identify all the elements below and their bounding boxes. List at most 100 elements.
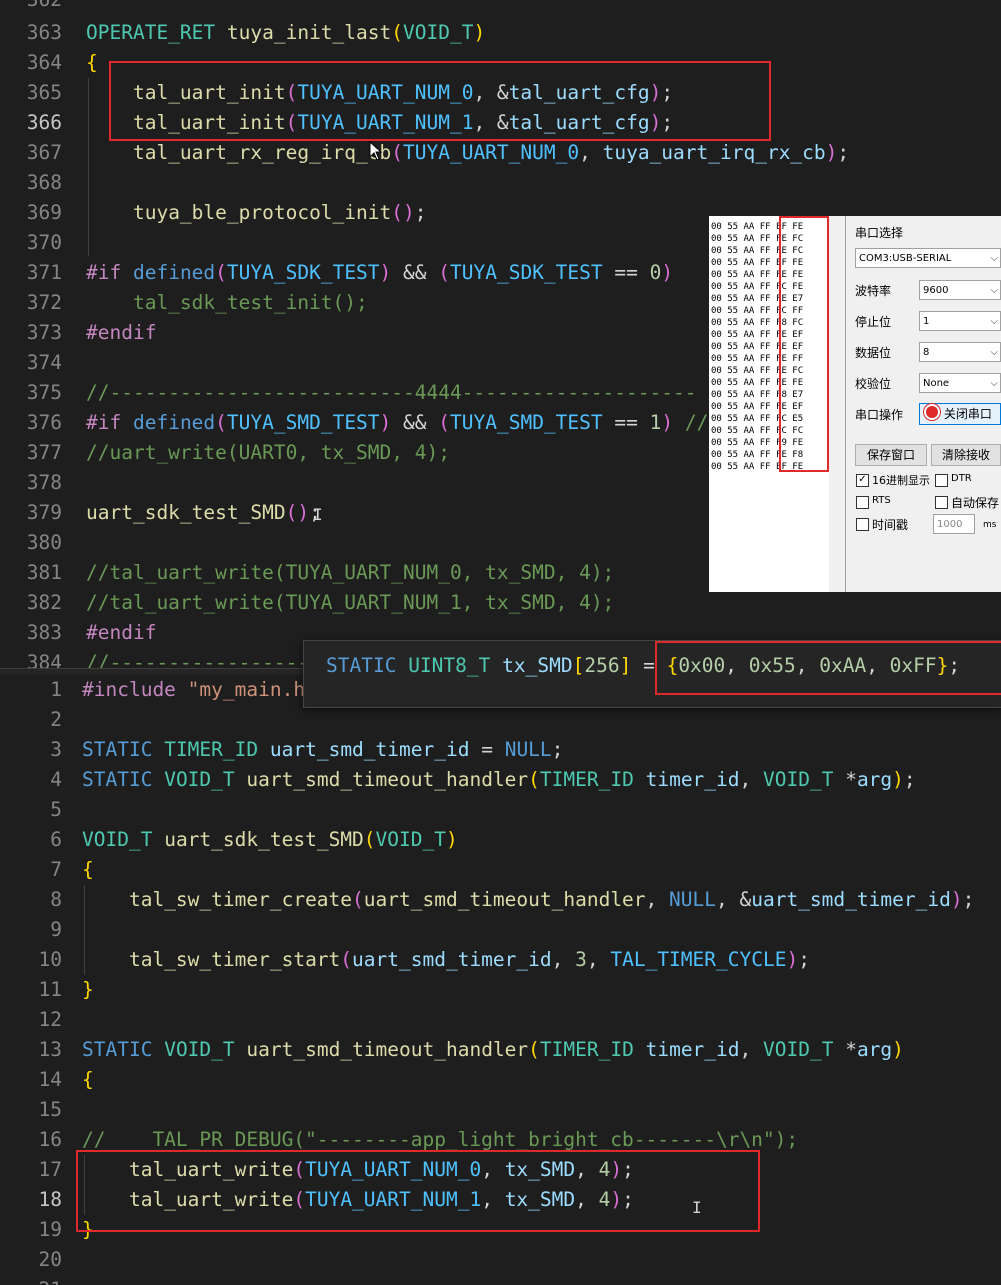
rts-label: RTS	[872, 495, 891, 506]
line-number: 14	[38, 1068, 62, 1091]
code-line[interactable]: 4 STATIC VOID_T uart_smd_timeout_handler(…	[0, 765, 1001, 795]
code-token: //tal_uart_write(TUYA_UART_NUM_0, tx_SMD…	[86, 561, 615, 584]
serial-scrollbar[interactable]	[829, 216, 846, 592]
code-token: ,	[586, 948, 611, 971]
code-token: arg	[856, 768, 893, 791]
save-window-button[interactable]: 保存窗口	[855, 444, 927, 466]
code-line[interactable]: 11}	[0, 975, 1001, 1005]
code-line[interactable]: 12	[0, 1005, 1001, 1035]
clear-receive-button[interactable]: 清除接收	[931, 444, 1001, 466]
code-token: VOID_T	[164, 1038, 235, 1061]
code-token: //tal_uart_write(TUYA_UART_NUM_1, tx_SMD…	[86, 591, 615, 614]
code-line[interactable]: 362	[0, 0, 1001, 15]
port-select[interactable]: COM3:USB-SERIAL ⌵	[855, 248, 1001, 268]
timestamp-label: 时间戳	[872, 518, 909, 532]
code-line[interactable]: 10 tal_sw_timer_start(uart_smd_timer_id,…	[0, 945, 1001, 975]
code-line[interactable]: 363 OPERATE_RET tuya_init_last(VOID_T)	[0, 18, 1001, 48]
code-line[interactable]: 368	[0, 168, 1001, 198]
hex-display-checkbox[interactable]: ✓	[856, 474, 869, 487]
baud-label: 波特率	[855, 284, 892, 298]
line-number: 13	[38, 1038, 62, 1061]
code-line[interactable]: 20	[0, 1245, 1001, 1275]
code-line[interactable]: 367 tal_uart_rx_reg_irq_cb(TUYA_UART_NUM…	[0, 138, 1001, 168]
code-token: ;	[798, 948, 810, 971]
code-token: #if	[86, 261, 122, 284]
line-number: 7	[50, 858, 62, 881]
code-line[interactable]: 13 STATIC VOID_T uart_smd_timeout_handler…	[0, 1035, 1001, 1065]
code-line[interactable]: 14 {	[0, 1065, 1001, 1095]
code-token: uart_smd_timer_id	[352, 948, 552, 971]
code-token: //	[673, 411, 709, 434]
code-token: (	[438, 411, 451, 434]
code-token: ,	[739, 768, 763, 791]
line-number: 362	[0, 0, 62, 15]
code-token: timer_id	[645, 1038, 740, 1061]
code-line[interactable]: 15	[0, 1095, 1001, 1125]
stop-icon	[924, 404, 940, 420]
autosave-checkbox[interactable]	[935, 496, 948, 509]
code-token: )	[786, 948, 799, 971]
code-token: ()	[391, 201, 415, 224]
close-port-button[interactable]: 关闭串口	[919, 403, 1001, 425]
line-number: 366	[26, 111, 62, 134]
timestamp-input[interactable]: 1000	[933, 514, 975, 534]
code-text: #if defined(TUYA_SDK_TEST) && (TUYA_SDK_…	[86, 258, 673, 288]
code-token: VOID_T	[164, 768, 235, 791]
parity-select[interactable]: None ⌵	[919, 373, 1001, 393]
line-number: 3	[50, 738, 62, 761]
line-number: 2	[50, 708, 62, 731]
code-line[interactable]: 5	[0, 795, 1001, 825]
timestamp-checkbox[interactable]	[856, 518, 869, 531]
code-token: )	[950, 888, 963, 911]
code-line[interactable]: 9	[0, 915, 1001, 945]
code-text: tuya_ble_protocol_init();	[86, 198, 427, 228]
highlight-box-write	[76, 1150, 760, 1232]
code-text: VOID_T uart_sdk_test_SMD(VOID_T)	[82, 825, 458, 855]
code-token: NULL	[504, 738, 552, 761]
code-text: //tal_uart_write(TUYA_UART_NUM_1, tx_SMD…	[86, 588, 614, 618]
code-line[interactable]: 382 //tal_uart_write(TUYA_UART_NUM_1, tx_…	[0, 588, 1001, 618]
data-bits-select[interactable]: 8 ⌵	[919, 342, 1001, 362]
code-token: #endif	[86, 621, 157, 644]
rts-checkbox[interactable]	[856, 496, 869, 509]
code-line[interactable]: 8 tal_sw_timer_create(uart_smd_timeout_h…	[0, 885, 1001, 915]
code-token: ,	[739, 1038, 763, 1061]
baud-select[interactable]: 9600 ⌵	[919, 280, 1001, 300]
code-text: tal_sw_timer_create(uart_smd_timeout_han…	[82, 885, 974, 915]
code-line[interactable]: 2	[0, 705, 1001, 735]
code-token: )	[892, 768, 904, 791]
code-text: #include "my_main.h"	[82, 675, 317, 705]
code-token: uart_smd_timeout_handler	[246, 1038, 529, 1061]
code-token: VOID_T	[82, 828, 153, 851]
dtr-label: DTR	[951, 473, 972, 484]
code-token: *	[833, 1038, 857, 1061]
code-token: 1	[649, 411, 662, 434]
code-token: (	[391, 21, 404, 44]
code-line[interactable]: 21	[0, 1275, 1001, 1285]
code-line[interactable]: 7{	[0, 855, 1001, 885]
code-token: TIMER_ID	[164, 738, 259, 761]
data-bits-label: 数据位	[855, 346, 892, 360]
code-token: TUYA_SMD_TEST	[450, 411, 603, 434]
stop-select[interactable]: 1 ⌵	[919, 311, 1001, 331]
line-number: 6	[50, 828, 62, 851]
line-number: 20	[38, 1248, 62, 1271]
code-line[interactable]: 6 VOID_T uart_sdk_test_SMD(VOID_T)	[0, 825, 1001, 855]
code-token: tuya_ble_protocol_init	[132, 201, 392, 224]
code-token: =	[469, 738, 505, 761]
chevron-down-icon: ⌵	[990, 253, 998, 264]
code-token: ;	[414, 201, 427, 224]
dtr-checkbox[interactable]	[935, 474, 948, 487]
code-token: (	[363, 828, 376, 851]
code-text: tal_uart_rx_reg_irq_cb(TUYA_UART_NUM_0, …	[86, 138, 849, 168]
code-line[interactable]: 3 STATIC TIMER_ID uart_smd_timer_id = NUL…	[0, 735, 1001, 765]
code-token: (	[438, 261, 451, 284]
text-cursor-icon: I	[313, 505, 323, 524]
code-token: *	[833, 768, 857, 791]
code-token: TUYA_SDK_TEST	[450, 261, 603, 284]
